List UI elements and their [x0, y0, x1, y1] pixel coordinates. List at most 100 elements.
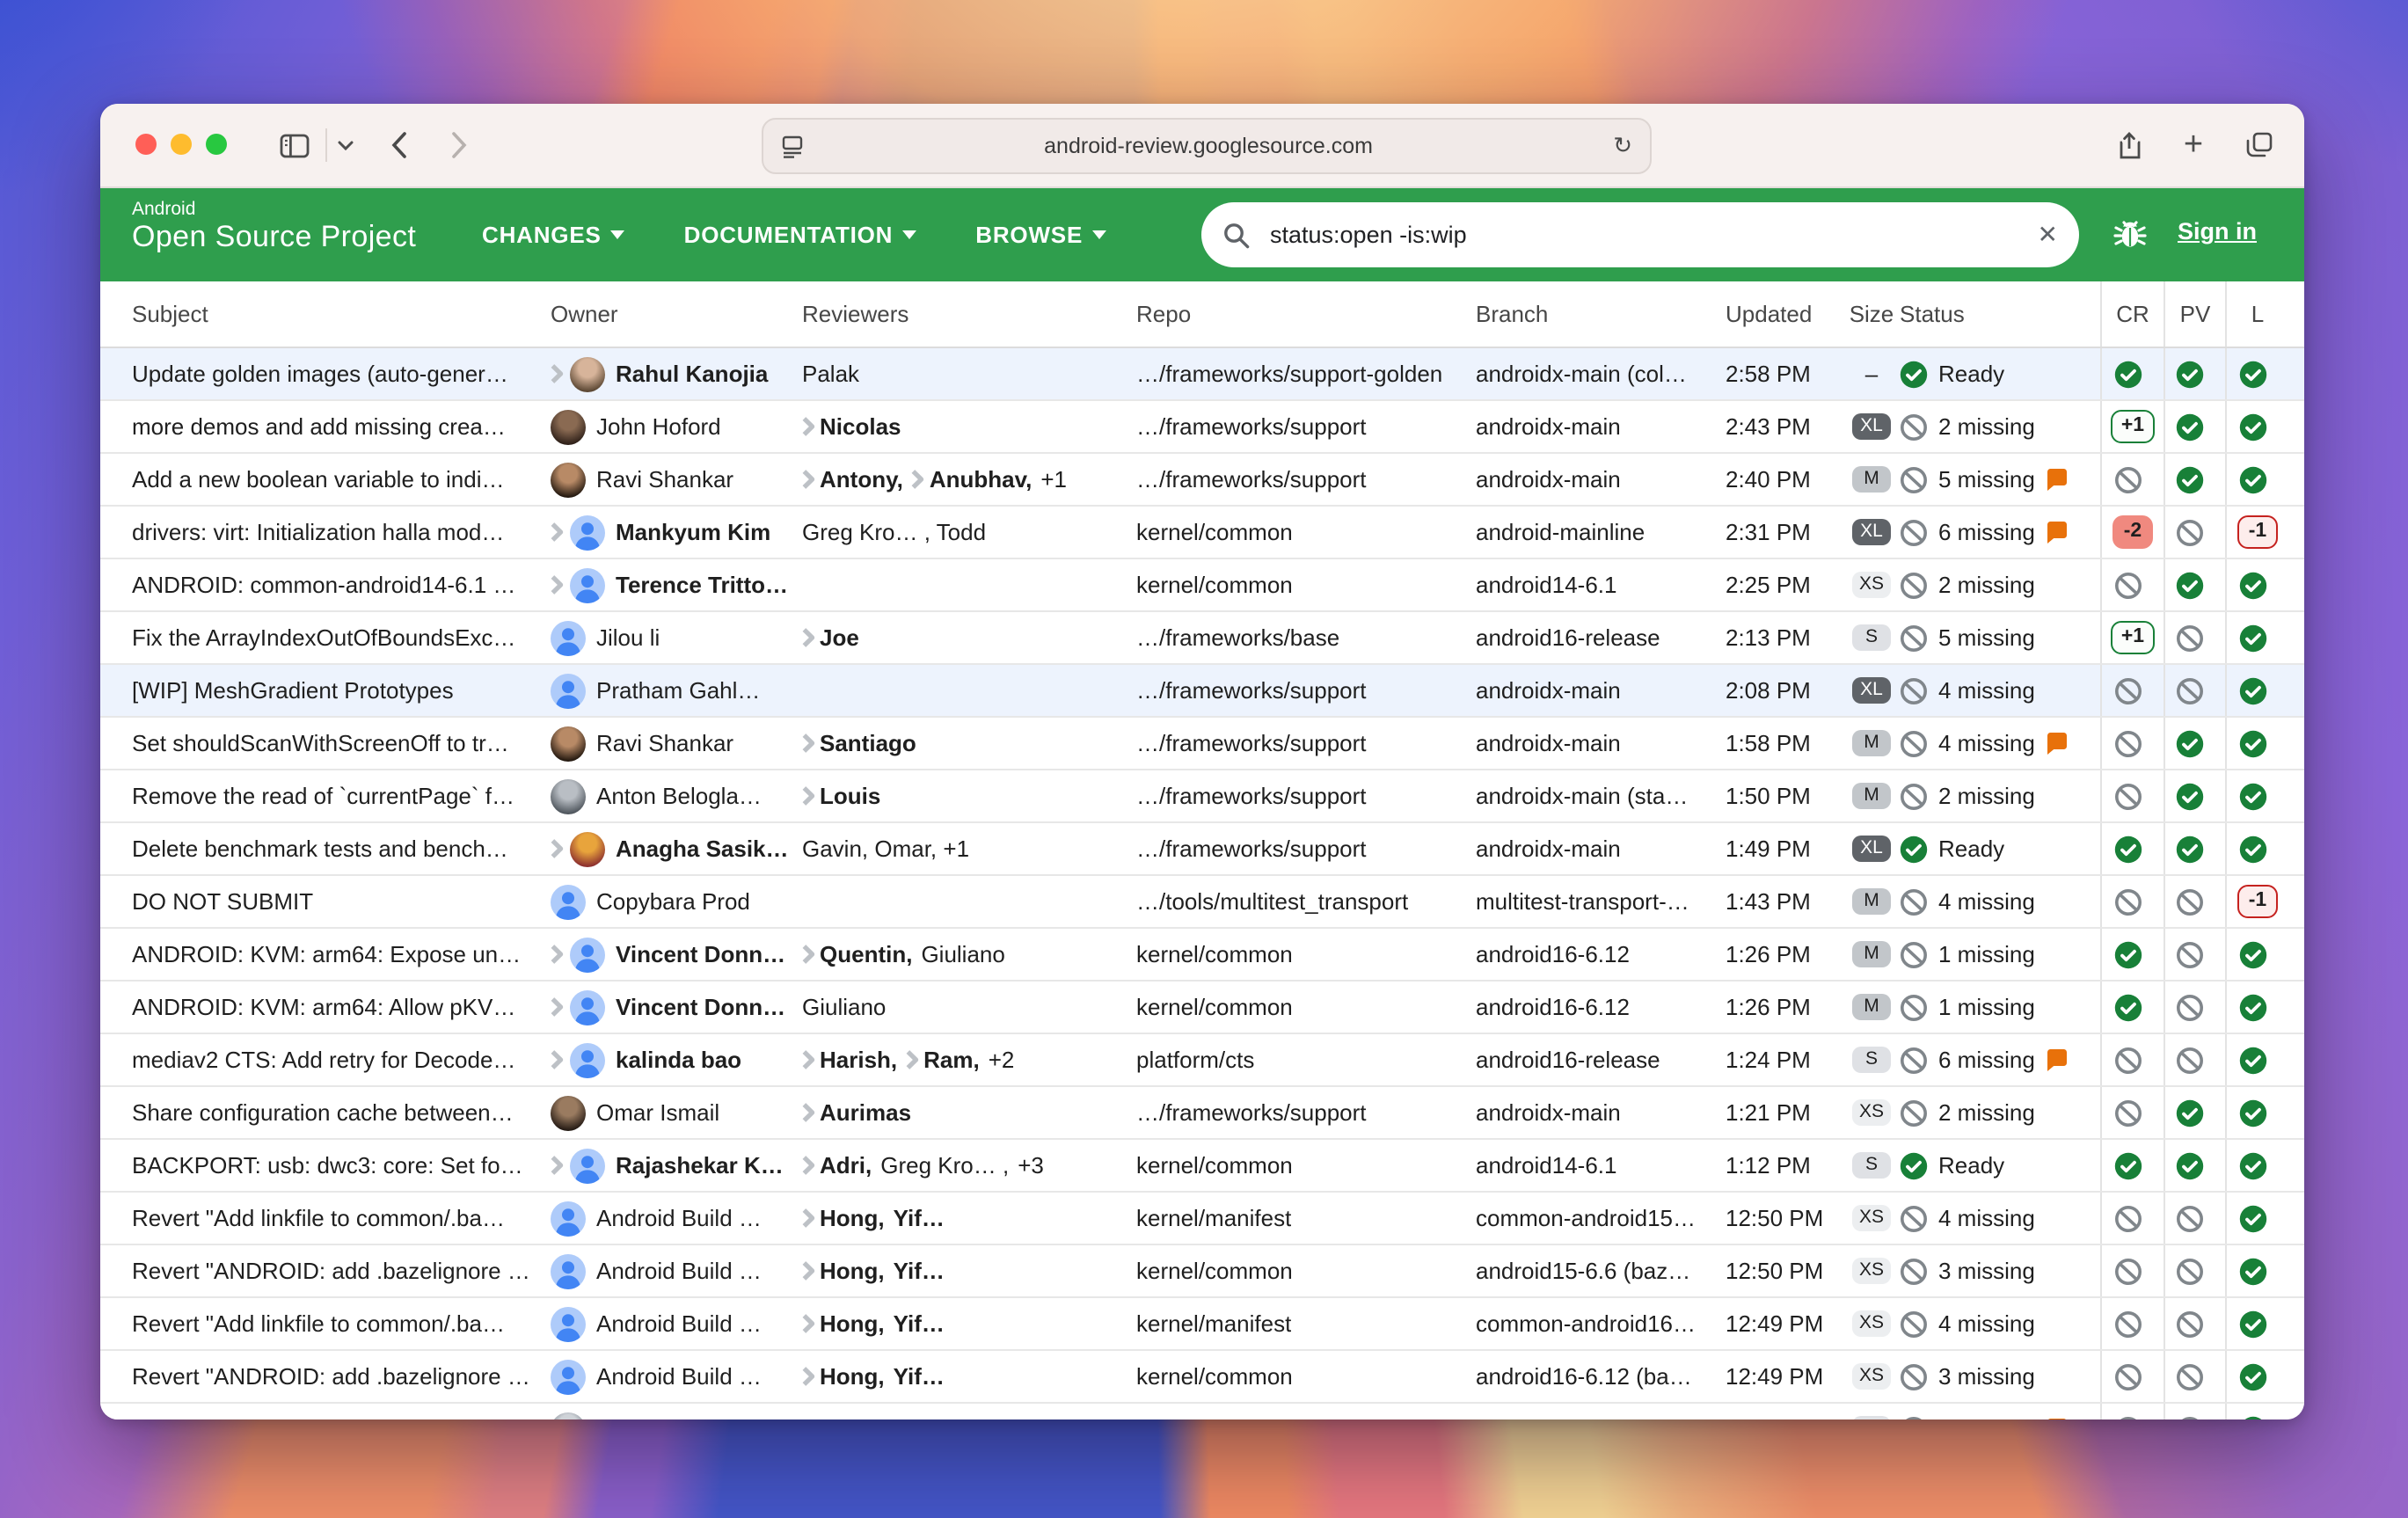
sidebar-chevron-down-icon[interactable]: [331, 104, 359, 186]
repo-cell[interactable]: …/frameworks/support: [1136, 1087, 1476, 1138]
change-row[interactable]: Fix the ArrayIndexOutOfBoundsExc…Jilou l…: [100, 612, 2304, 665]
reviewer-item[interactable]: Yif…: [894, 1363, 945, 1390]
branch-cell[interactable]: android14-6.1: [1476, 559, 1726, 610]
branch-cell[interactable]: androidx-main (sta…: [1476, 770, 1726, 821]
repo-cell[interactable]: …/frameworks/support-golden: [1136, 348, 1476, 399]
reviewer-item[interactable]: Yif…: [894, 1258, 945, 1284]
search-bar[interactable]: ✕: [1201, 202, 2079, 267]
repo-cell[interactable]: kernel/manifest: [1136, 1298, 1476, 1349]
repo-cell[interactable]: …/frameworks/base: [1136, 612, 1476, 663]
repo-cell[interactable]: kernel/common: [1136, 929, 1476, 980]
reviewer-item[interactable]: Gavin, Omar, +1: [802, 836, 969, 862]
branch-cell[interactable]: androidx-main: [1476, 823, 1726, 874]
share-icon[interactable]: [2112, 104, 2144, 186]
change-row[interactable]: Revert "Add linkfile to common/.ba…Andro…: [100, 1193, 2304, 1245]
change-row[interactable]: ANDROID: common-android14-6.1 …Terence T…: [100, 559, 2304, 612]
repo-cell[interactable]: …/frameworks/support: [1136, 1404, 1476, 1419]
reviewer-item[interactable]: Adri,: [802, 1152, 872, 1179]
reviewer-item[interactable]: Yif…: [894, 1205, 945, 1231]
owner-cell[interactable]: Rajashekar K…: [551, 1140, 802, 1191]
branch-cell[interactable]: common-android16…: [1476, 1298, 1726, 1349]
change-row[interactable]: Set shouldScanWithScreenOff to tr…Ravi S…: [100, 718, 2304, 770]
change-row[interactable]: ANDROID: KVM: arm64: Expose un…Vincent D…: [100, 929, 2304, 982]
reviewer-item[interactable]: Harish,: [802, 1047, 897, 1073]
reviewer-item[interactable]: Louis: [802, 783, 880, 809]
branch-cell[interactable]: android14-6.1: [1476, 1140, 1726, 1191]
reviewer-item[interactable]: Yif…: [894, 1310, 945, 1337]
owner-cell[interactable]: Ravi Shankar: [551, 454, 802, 505]
branch-cell[interactable]: androidx-main: [1476, 718, 1726, 769]
owner-cell[interactable]: Android Build …: [551, 1245, 802, 1296]
owner-cell[interactable]: John Hoford: [551, 401, 802, 452]
reviewer-item[interactable]: Quentin,: [802, 941, 912, 967]
change-row[interactable]: BACKPORT: usb: dwc3: core: Set fo…Rajash…: [100, 1140, 2304, 1193]
repo-cell[interactable]: kernel/common: [1136, 1245, 1476, 1296]
owner-cell[interactable]: Android Build …: [551, 1298, 802, 1349]
reviewer-item[interactable]: Ram,: [906, 1047, 980, 1073]
owner-cell[interactable]: Android Build …: [551, 1193, 802, 1244]
owner-cell[interactable]: Vincent Donn…: [551, 982, 802, 1033]
reviewer-item[interactable]: Greg Kro… ,: [880, 1152, 1009, 1179]
app-logo[interactable]: Android Open Source Project: [132, 199, 416, 254]
branch-cell[interactable]: androidx-main: [1476, 1087, 1726, 1138]
change-row[interactable]: Delete benchmark tests and bench…Anagha …: [100, 823, 2304, 876]
branch-cell[interactable]: android15-6.6 (baz…: [1476, 1245, 1726, 1296]
reviewer-item[interactable]: Giuliano: [921, 941, 1004, 967]
reviewer-item[interactable]: +2: [989, 1047, 1015, 1073]
owner-cell[interactable]: Vincent Donn…: [551, 929, 802, 980]
change-row[interactable]: Expose minimal set of Profile Cons…Yuri …: [100, 1404, 2304, 1419]
branch-cell[interactable]: android16-release: [1476, 612, 1726, 663]
minimize-window-button[interactable]: [171, 134, 192, 155]
reviewer-item[interactable]: Adam,: [802, 1416, 889, 1419]
reload-icon[interactable]: ↻: [1613, 132, 1632, 160]
change-row[interactable]: Share configuration cache between…Omar I…: [100, 1087, 2304, 1140]
branch-cell[interactable]: android16-6.12: [1476, 929, 1726, 980]
repo-cell[interactable]: kernel/common: [1136, 982, 1476, 1033]
report-bug-icon[interactable]: [2111, 215, 2149, 262]
reviewer-item[interactable]: Hong,: [802, 1258, 885, 1284]
repo-cell[interactable]: …/frameworks/support: [1136, 823, 1476, 874]
reviewer-item[interactable]: +3: [1018, 1152, 1044, 1179]
reviewer-item[interactable]: Santiago: [802, 730, 916, 756]
reviewer-item[interactable]: Nicolas: [802, 413, 901, 440]
reader-mode-icon[interactable]: [781, 135, 804, 157]
owner-cell[interactable]: Ravi Shankar: [551, 718, 802, 769]
repo-cell[interactable]: kernel/common: [1136, 507, 1476, 558]
reviewer-item[interactable]: Antony,: [802, 466, 903, 493]
change-row[interactable]: Update golden images (auto-gener…Rahul K…: [100, 348, 2304, 401]
reviewer-item[interactable]: Hong,: [802, 1310, 885, 1337]
repo-cell[interactable]: …/tools/multitest_transport: [1136, 876, 1476, 927]
reviewer-item[interactable]: Joe: [802, 624, 859, 651]
change-row[interactable]: Revert "ANDROID: add .bazelignore …Andro…: [100, 1351, 2304, 1404]
new-tab-icon[interactable]: +: [2178, 104, 2209, 186]
branch-cell[interactable]: multitest-transport-…: [1476, 876, 1726, 927]
repo-cell[interactable]: kernel/common: [1136, 1351, 1476, 1402]
change-row[interactable]: mediav2 CTS: Add retry for Decode…kalind…: [100, 1034, 2304, 1087]
branch-cell[interactable]: androidx-main: [1476, 665, 1726, 716]
repo-cell[interactable]: platform/cts: [1136, 1034, 1476, 1085]
repo-cell[interactable]: …/frameworks/support: [1136, 454, 1476, 505]
branch-cell[interactable]: common-android15…: [1476, 1193, 1726, 1244]
repo-cell[interactable]: kernel/common: [1136, 1140, 1476, 1191]
menu-browse[interactable]: BROWSE: [975, 222, 1105, 248]
reviewer-item[interactable]: Greg Kro… , Todd: [802, 519, 986, 545]
owner-cell[interactable]: Jilou li: [551, 612, 802, 663]
reviewer-item[interactable]: Aurimas: [802, 1099, 911, 1126]
change-row[interactable]: Revert "ANDROID: add .bazelignore …Andro…: [100, 1245, 2304, 1298]
reviewer-item[interactable]: Hong,: [802, 1363, 885, 1390]
menu-documentation[interactable]: DOCUMENTATION: [684, 222, 916, 248]
change-row[interactable]: DO NOT SUBMITCopybara Prod…/tools/multit…: [100, 876, 2304, 929]
branch-cell[interactable]: androidx-main: [1476, 401, 1726, 452]
address-bar[interactable]: android-review.googlesource.com ↻: [762, 118, 1652, 174]
repo-cell[interactable]: …/frameworks/support: [1136, 770, 1476, 821]
menu-changes[interactable]: CHANGES: [482, 222, 624, 248]
owner-cell[interactable]: Anagha Sasik…: [551, 823, 802, 874]
owner-cell[interactable]: kalinda bao: [551, 1034, 802, 1085]
reviewer-item[interactable]: Hong,: [802, 1205, 885, 1231]
branch-cell[interactable]: androidx-main: [1476, 454, 1726, 505]
branch-cell[interactable]: android-mainline: [1476, 507, 1726, 558]
clear-search-icon[interactable]: ✕: [2038, 220, 2058, 250]
owner-cell[interactable]: Anton Belogla…: [551, 770, 802, 821]
repo-cell[interactable]: kernel/common: [1136, 559, 1476, 610]
forward-button-icon[interactable]: [443, 104, 475, 186]
